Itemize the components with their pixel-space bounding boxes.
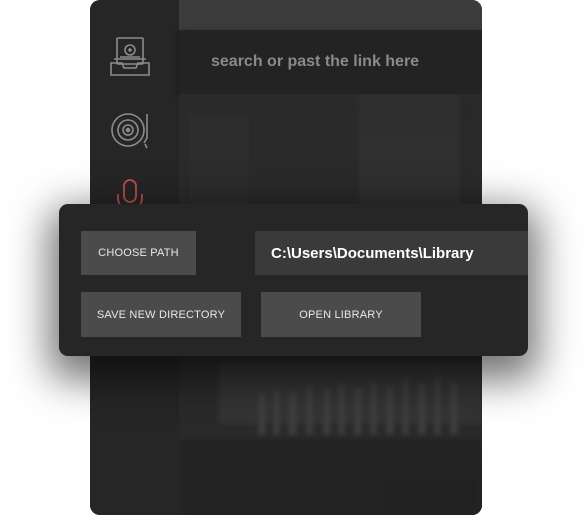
turntable-icon[interactable] [107,106,153,152]
search-input[interactable] [209,52,473,72]
library-path-panel: CHOOSE PATH C:\Users\Documents\Library S… [59,204,528,356]
choose-path-button[interactable]: CHOOSE PATH [81,231,196,275]
inbox-tray-icon[interactable] [107,33,153,79]
path-display: C:\Users\Documents\Library [255,231,528,275]
open-library-button[interactable]: OPEN LIBRARY [261,292,421,337]
title-strip [179,0,482,30]
search-bar [179,30,482,94]
save-new-directory-button[interactable]: SAVE NEW DIRECTORY [81,292,241,337]
